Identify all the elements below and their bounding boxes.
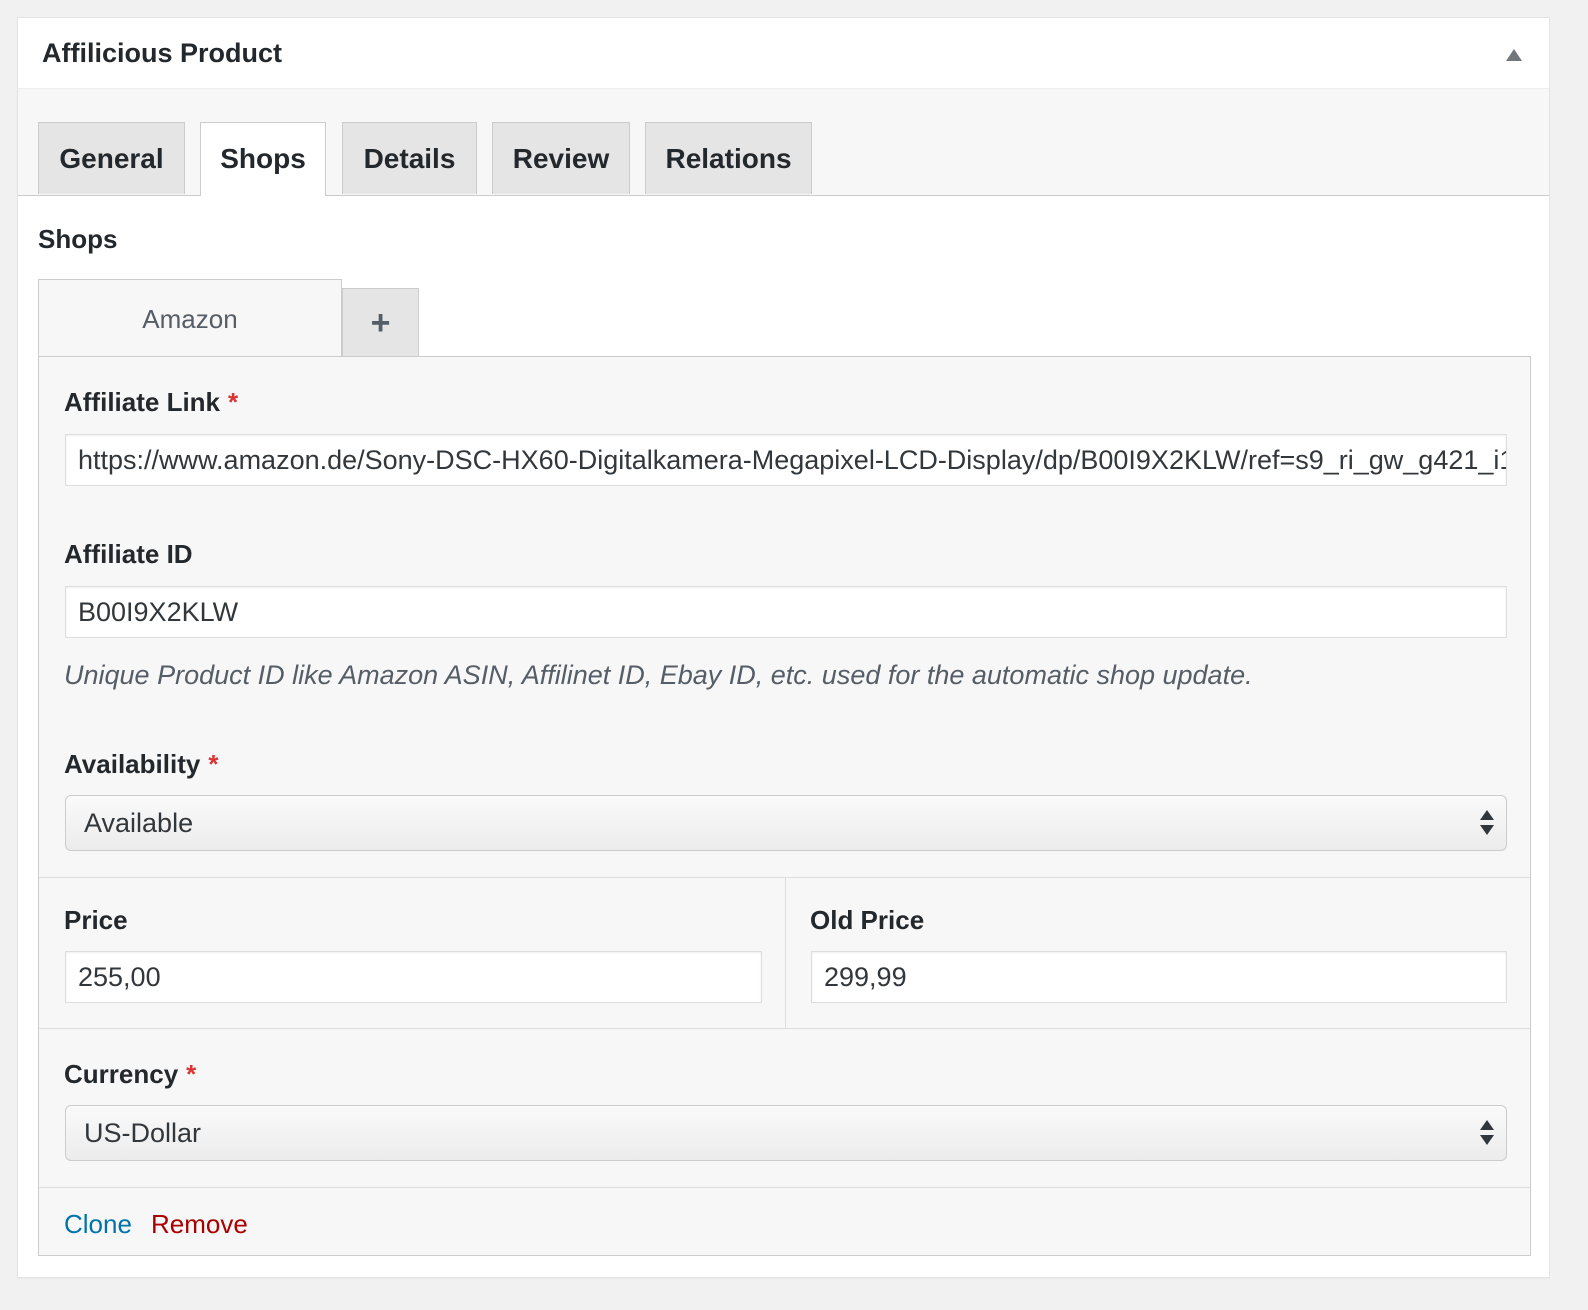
availability-label: Availability *: [64, 749, 218, 780]
currency-selected-value: US-Dollar: [84, 1118, 202, 1148]
affiliate-id-label: Affiliate ID: [64, 539, 193, 569]
availability-select[interactable]: Available: [65, 795, 1507, 851]
add-shop-button[interactable]: +: [342, 288, 419, 357]
remove-link[interactable]: Remove: [151, 1209, 248, 1240]
availability-label-text: Availability: [64, 749, 201, 779]
required-marker: *: [228, 387, 239, 417]
required-marker: *: [186, 1059, 197, 1089]
tab-general[interactable]: General: [38, 122, 185, 194]
shops-section-title: Shops: [38, 224, 118, 254]
affiliate-link-label-text: Affiliate Link: [64, 387, 221, 417]
currency-label: Currency *: [64, 1059, 196, 1090]
affiliate-id-help: Unique Product ID like Amazon ASIN, Affi…: [64, 660, 1253, 690]
tab-details[interactable]: Details: [342, 122, 477, 194]
product-tabs: General Shops Details Review Relations: [18, 89, 1549, 196]
plus-icon: +: [370, 304, 391, 342]
select-arrows-icon: [1480, 1120, 1494, 1146]
affilicious-product-metabox: Affilicious Product General Shops Detail…: [17, 17, 1550, 1278]
availability-selected-value: Available: [84, 808, 194, 838]
old-price-input[interactable]: 299,99: [811, 951, 1507, 1003]
currency-label-text: Currency: [64, 1059, 179, 1089]
shop-tab-amazon[interactable]: Amazon: [38, 279, 342, 357]
price-label: Price: [64, 905, 128, 935]
affiliate-id-input[interactable]: B00I9X2KLW: [65, 586, 1507, 638]
price-input[interactable]: 255,00: [65, 951, 762, 1003]
divider: [39, 1028, 1530, 1029]
tab-shops[interactable]: Shops: [200, 122, 326, 196]
currency-select[interactable]: US-Dollar: [65, 1105, 1507, 1161]
select-arrows-icon: [1480, 810, 1494, 836]
shop-panel: Affiliate Link * https://www.amazon.de/So…: [38, 356, 1531, 1256]
tab-relations[interactable]: Relations: [645, 122, 812, 194]
required-marker: *: [208, 749, 219, 779]
tab-review[interactable]: Review: [492, 122, 630, 194]
affiliate-link-input[interactable]: https://www.amazon.de/Sony-DSC-HX60-Digi…: [65, 434, 1507, 486]
shop-tab-label: Amazon: [142, 304, 238, 334]
divider: [39, 1187, 1530, 1188]
metabox-title: Affilicious Product: [42, 38, 283, 68]
metabox-header: Affilicious Product: [18, 18, 1549, 89]
old-price-label: Old Price: [810, 905, 925, 935]
collapse-toggle-icon[interactable]: [1506, 49, 1522, 61]
divider: [785, 878, 786, 1028]
affiliate-link-label: Affiliate Link *: [64, 387, 238, 418]
clone-link[interactable]: Clone: [64, 1209, 132, 1240]
